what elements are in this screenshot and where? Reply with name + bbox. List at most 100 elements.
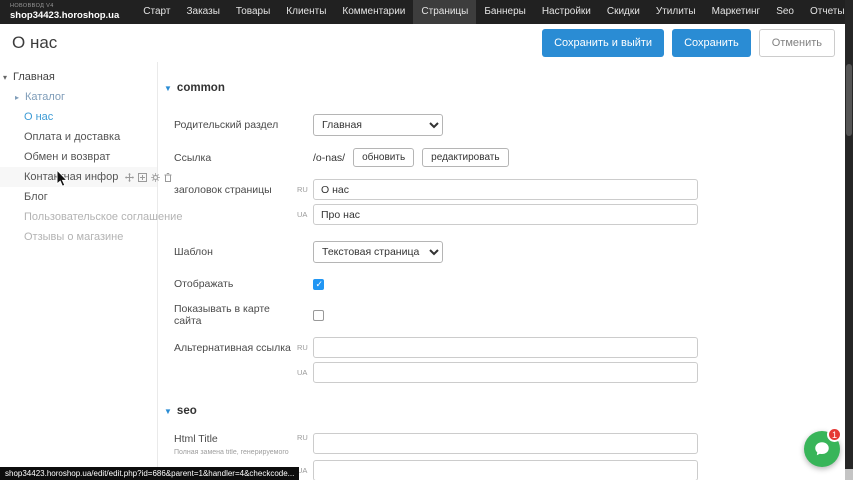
field-alt-link-ua: UA: [158, 362, 845, 383]
menu-item-comments[interactable]: Комментарии: [334, 0, 413, 24]
lang-ru-label: RU: [297, 433, 313, 442]
section-common[interactable]: ▼ common: [164, 82, 845, 94]
scrollbar-thumb[interactable]: [846, 64, 852, 136]
tree-item-label: О нас: [24, 111, 53, 123]
html-title-hint: Полная замена title, генерируемого: [174, 449, 324, 456]
tree-item-blog[interactable]: Блог: [0, 187, 157, 207]
tree-item-actions: [125, 173, 172, 182]
sitemap-checkbox[interactable]: [313, 310, 324, 321]
display-label: Отображать: [174, 278, 297, 290]
page-title-ua-input[interactable]: [313, 204, 698, 225]
html-title-ua-input[interactable]: [313, 460, 698, 480]
tree-item-label: Блог: [24, 191, 48, 203]
gear-icon[interactable]: [151, 173, 160, 182]
menu-item-discounts[interactable]: Скидки: [599, 0, 648, 24]
page-title: О нас: [12, 33, 57, 53]
header-buttons: Сохранить и выйти Сохранить Отменить: [542, 29, 835, 57]
field-page-title-ru: заголовок страницы RU: [158, 179, 845, 200]
menu-item-start[interactable]: Старт: [135, 0, 178, 24]
menu-item-settings[interactable]: Настройки: [534, 0, 599, 24]
tree-item-label: Пользовательское соглашение: [24, 211, 182, 223]
lang-ru-label: RU: [297, 343, 313, 352]
field-sitemap: Показывать в карте сайта: [158, 308, 845, 322]
tree-item-label: Обмен и возврат: [24, 151, 110, 163]
parent-section-label: Родительский раздел: [174, 119, 297, 131]
tree-item-exchange-return[interactable]: Обмен и возврат: [0, 147, 157, 167]
menu-item-products[interactable]: Товары: [228, 0, 278, 24]
lang-ua-label: UA: [297, 466, 313, 475]
link-preview-statusbar: shop34423.horoshop.ua/edit/edit.php?id=6…: [0, 467, 299, 480]
chevron-down-icon: ▾: [3, 73, 13, 82]
tree-item-payment-delivery[interactable]: Оплата и доставка: [0, 127, 157, 147]
field-alt-link-ru: Альтернативная ссылка RU: [158, 337, 845, 358]
tree-item-user-agreement[interactable]: Пользовательское соглашение: [0, 207, 157, 227]
html-title-label: Html Title: [174, 433, 297, 445]
menu-item-utilities[interactable]: Утилиты: [648, 0, 704, 24]
lang-ru-label: RU: [297, 185, 313, 194]
chevron-right-icon: ▸: [15, 93, 25, 102]
page-title-label: заголовок страницы: [174, 184, 297, 196]
link-refresh-button[interactable]: обновить: [353, 148, 414, 167]
menu-item-clients[interactable]: Клиенты: [278, 0, 334, 24]
link-edit-button[interactable]: редактировать: [422, 148, 508, 167]
page-title-ru-input[interactable]: [313, 179, 698, 200]
menu-item-orders[interactable]: Заказы: [178, 0, 227, 24]
sitemap-label: Показывать в карте сайта: [174, 303, 297, 327]
html-title-label-block: Html Title Полная замена title, генериру…: [174, 433, 297, 456]
link-label: Ссылка: [174, 152, 297, 164]
page-header: О нас Сохранить и выйти Сохранить Отмени…: [0, 24, 853, 62]
field-link: Ссылка /o-nas/ обновить редактировать: [158, 148, 845, 167]
alt-link-ru-input[interactable]: [313, 337, 698, 358]
chat-icon: [813, 440, 831, 458]
trash-icon[interactable]: [164, 173, 172, 182]
alt-link-ua-input[interactable]: [313, 362, 698, 383]
page-edit-form: ▼ common Родительский раздел Главная Ссы…: [158, 62, 845, 480]
lang-ua-label: UA: [297, 210, 313, 219]
template-select[interactable]: Текстовая страница: [313, 241, 443, 263]
menu-item-banners[interactable]: Баннеры: [476, 0, 533, 24]
save-button[interactable]: Сохранить: [672, 29, 751, 57]
store-brand[interactable]: НОВОВВОД V4 shop34423.horoshop.ua: [0, 4, 135, 21]
vertical-scrollbar[interactable]: [845, 0, 853, 480]
tree-item-catalog[interactable]: ▸ Каталог: [0, 87, 157, 107]
store-domain: shop34423.horoshop.ua: [10, 11, 119, 21]
html-title-ru-input[interactable]: [313, 433, 698, 454]
lang-ua-label: UA: [297, 368, 313, 377]
section-seo[interactable]: ▼ seo: [164, 405, 845, 417]
template-label: Шаблон: [174, 246, 297, 258]
field-parent-section: Родительский раздел Главная: [158, 114, 845, 136]
chevron-down-icon: ▼: [164, 407, 172, 416]
tree-item-label: Отзывы о магазине: [24, 231, 123, 243]
store-brand-sub: НОВОВВОД V4: [10, 4, 119, 10]
pages-tree: ▾ Главная ▸ Каталог О нас Оплата и доста…: [0, 62, 158, 480]
scrollbar-corner: [845, 469, 853, 480]
field-display: Отображать: [158, 277, 845, 291]
tree-item-label: Контактная инфор: [24, 171, 118, 183]
chat-notification-badge: 1: [827, 427, 842, 442]
tree-item-home[interactable]: ▾ Главная: [0, 67, 157, 87]
tree-item-about[interactable]: О нас: [0, 107, 157, 127]
chevron-down-icon: ▼: [164, 84, 172, 93]
cancel-button[interactable]: Отменить: [759, 29, 835, 57]
menu-item-marketing[interactable]: Маркетинг: [704, 0, 769, 24]
chat-widget-button[interactable]: 1: [804, 431, 840, 467]
field-template: Шаблон Текстовая страница: [158, 241, 845, 263]
add-icon[interactable]: [138, 173, 147, 182]
field-page-title-ua: UA: [158, 204, 845, 225]
menu-item-seo[interactable]: Seo: [768, 0, 802, 24]
tree-item-label: Главная: [13, 71, 55, 83]
link-value: /o-nas/: [313, 152, 345, 164]
tree-item-label: Оплата и доставка: [24, 131, 120, 143]
section-common-title: common: [177, 82, 225, 94]
parent-section-select[interactable]: Главная: [313, 114, 443, 136]
field-html-title-ru: Html Title Полная замена title, генериру…: [158, 433, 845, 456]
section-seo-title: seo: [177, 405, 197, 417]
main-menu: Старт Заказы Товары Клиенты Комментарии …: [135, 0, 852, 24]
tree-item-store-reviews[interactable]: Отзывы о магазине: [0, 227, 157, 247]
menu-item-pages[interactable]: Страницы: [413, 0, 476, 24]
display-checkbox[interactable]: [313, 279, 324, 290]
tree-item-contact-info[interactable]: Контактная инфор: [0, 167, 157, 187]
topbar: НОВОВВОД V4 shop34423.horoshop.ua Старт …: [0, 0, 853, 24]
move-icon[interactable]: [125, 173, 134, 182]
save-and-exit-button[interactable]: Сохранить и выйти: [542, 29, 664, 57]
